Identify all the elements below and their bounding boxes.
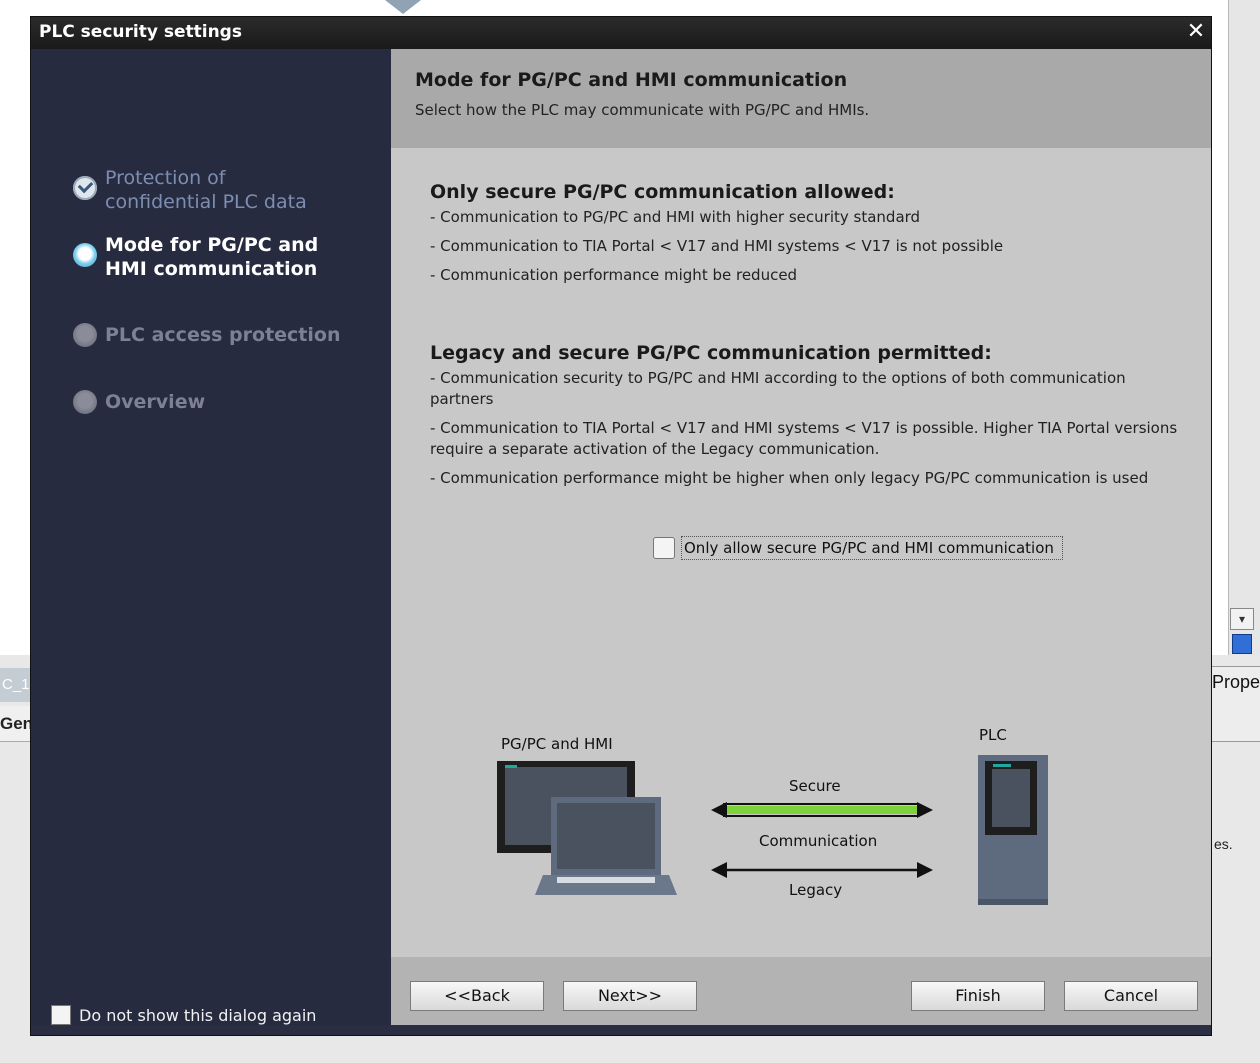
close-icon[interactable]: ✕ xyxy=(1183,20,1209,46)
secure-only-option[interactable]: Only allow secure PG/PC and HMI communic… xyxy=(653,536,1063,560)
window-restore-icon[interactable] xyxy=(1232,634,1252,654)
nav-step-protection-confidential-data[interactable]: Protection of confidential PLC data xyxy=(73,166,335,214)
secure-arrow-icon xyxy=(711,802,933,818)
section-line: - Communication to TIA Portal < V17 and … xyxy=(430,419,1178,458)
nav-step-label: Mode for PG/PC and HMI communication xyxy=(105,234,319,280)
nav-step-overview[interactable]: Overview xyxy=(73,380,365,414)
cancel-button[interactable]: Cancel xyxy=(1064,981,1198,1011)
section-line: - Communication to TIA Portal < V17 and … xyxy=(430,237,1004,255)
laptop-icon xyxy=(535,797,677,895)
pending-step-icon xyxy=(73,390,97,414)
background-properties-label[interactable]: Prope xyxy=(1212,672,1260,693)
plc-security-dialog: PLC security settings ✕ Protection of co… xyxy=(30,16,1212,1036)
legacy-arrow-icon xyxy=(711,862,933,878)
section-title: Legacy and secure PG/PC communication pe… xyxy=(430,342,992,364)
nav-step-pgpc-hmi-mode[interactable]: Mode for PG/PC and HMI communication xyxy=(73,233,365,281)
nav-step-label: Protection of confidential PLC data xyxy=(105,167,307,213)
nav-step-label: Overview xyxy=(105,391,206,413)
scroll-down-button[interactable]: ▾ xyxy=(1230,608,1254,630)
wizard-content: Mode for PG/PC and HMI communication Sel… xyxy=(391,49,1211,1025)
page-title: Mode for PG/PC and HMI communication xyxy=(415,69,848,91)
finish-button[interactable]: Finish xyxy=(911,981,1045,1011)
dont-show-again-checkbox[interactable] xyxy=(51,1005,71,1025)
secure-only-section: Only secure PG/PC communication allowed:… xyxy=(430,181,1190,294)
section-title: Only secure PG/PC communication allowed: xyxy=(430,181,895,203)
background-general-tab[interactable]: Gen xyxy=(0,706,33,742)
plc-device-icon xyxy=(978,755,1048,905)
secure-only-checkbox-label[interactable]: Only allow secure PG/PC and HMI communic… xyxy=(681,536,1063,560)
next-button[interactable]: Next>> xyxy=(563,981,697,1011)
nav-step-plc-access-protection[interactable]: PLC access protection xyxy=(73,313,365,347)
background-tab[interactable]: C_1 xyxy=(0,668,32,702)
page-subtitle: Select how the PLC may communicate with … xyxy=(415,101,870,119)
diagram-graphics xyxy=(497,755,1048,905)
content-header: Mode for PG/PC and HMI communication Sel… xyxy=(391,49,1211,148)
communication-diagram: PG/PC and HMI PLC Secure Communication L… xyxy=(491,709,1071,909)
check-circle-icon xyxy=(73,176,97,200)
wizard-step-nav: Protection of confidential PLC data Mode… xyxy=(31,49,391,1025)
section-line: - Communication performance might be red… xyxy=(430,266,798,284)
section-line: - Communication security to PG/PC and HM… xyxy=(430,369,1126,408)
secure-only-checkbox[interactable] xyxy=(653,537,675,559)
dont-show-again-option[interactable]: Do not show this dialog again xyxy=(51,1005,316,1025)
pending-step-icon xyxy=(73,323,97,347)
current-step-icon xyxy=(73,243,97,267)
section-line: - Communication performance might be hig… xyxy=(430,469,1149,487)
dialog-titlebar: PLC security settings ✕ xyxy=(31,17,1211,49)
background-text-fragment: es. xyxy=(1214,836,1233,852)
back-button[interactable]: <<Back xyxy=(410,981,544,1011)
section-line: - Communication to PG/PC and HMI with hi… xyxy=(430,208,921,226)
dialog-title: PLC security settings xyxy=(39,22,242,42)
dont-show-again-label: Do not show this dialog again xyxy=(79,1005,317,1025)
dialog-footer: <<Back Next>> Finish Cancel xyxy=(391,957,1211,1025)
nav-step-label: PLC access protection xyxy=(105,324,341,346)
background-scroll-strip xyxy=(1228,0,1260,660)
legacy-section: Legacy and secure PG/PC communication pe… xyxy=(430,342,1190,497)
